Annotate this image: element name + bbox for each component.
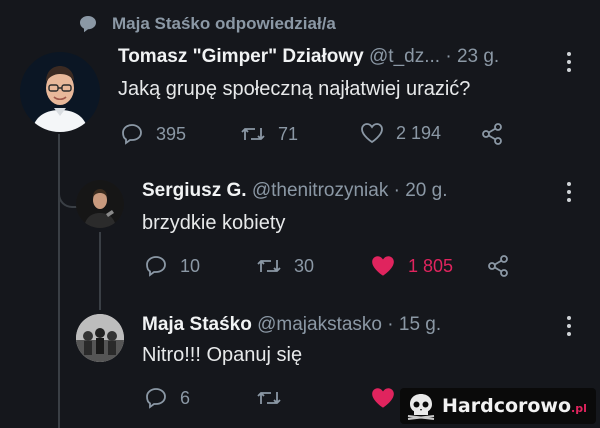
retweet-button[interactable] (256, 386, 282, 410)
avatar-sergiusz[interactable] (76, 180, 124, 228)
retweet-icon (240, 122, 266, 146)
watermark-badge: Hardcorowo.pl (400, 388, 596, 424)
tweet-1-text: Jaką grupę społeczną najłatwiej urazić? (118, 78, 471, 100)
more-options-icon[interactable] (566, 182, 572, 202)
retweet-icon (256, 254, 282, 278)
reply-icon (120, 122, 144, 146)
tweet-2-text: brzydkie kobiety (142, 212, 286, 234)
tweet-3-text: Nitro!!! Opanuj się (142, 344, 303, 366)
speech-bubble-icon (78, 14, 98, 34)
tweet-author-handle[interactable]: @majakstasko (257, 314, 382, 335)
tweet-1-header: Tomasz "Gimper" Działowy @t_dz... · 23 g… (118, 46, 558, 68)
skull-icon (406, 392, 436, 420)
like-count: 1 805 (408, 255, 454, 276)
tweet-timestamp[interactable]: · 15 g. (387, 314, 441, 335)
thread-line-reply (99, 232, 101, 310)
retweet-button[interactable]: 71 (240, 122, 298, 146)
reply-icon (144, 386, 168, 410)
heart-filled-icon (370, 254, 396, 278)
reply-context-text[interactable]: Maja Staśko odpowiedział/a (112, 14, 336, 34)
reply-button[interactable]: 6 (144, 386, 190, 410)
heart-icon (360, 122, 384, 144)
tweet-timestamp[interactable]: · 23 g. (445, 46, 499, 67)
reply-button[interactable]: 10 (144, 254, 200, 278)
tweet-3-header: Maja Staśko @majakstasko · 15 g. (142, 314, 441, 336)
tweet-author-handle[interactable]: @thenitrozyniak (252, 180, 389, 201)
reply-count: 10 (180, 255, 201, 276)
share-icon (480, 122, 504, 146)
tweet-timestamp[interactable]: · 20 g. (394, 180, 448, 201)
like-count: 2 194 (396, 122, 442, 143)
retweet-icon (256, 386, 282, 410)
more-options-icon[interactable] (566, 316, 572, 336)
share-button[interactable] (480, 122, 504, 146)
retweet-button[interactable]: 30 (256, 254, 314, 278)
avatar-tomasz[interactable] (20, 52, 100, 132)
avatar-maja[interactable] (76, 314, 124, 362)
share-icon (486, 254, 510, 278)
reply-button[interactable]: 395 (120, 122, 186, 146)
reply-context-header: Maja Staśko odpowiedział/a (78, 14, 336, 34)
more-options-icon[interactable] (566, 52, 572, 72)
like-button[interactable]: 1 805 (370, 254, 453, 278)
tweet-2-header: Sergiusz G. @thenitrozyniak · 20 g. (142, 180, 448, 202)
share-button[interactable] (486, 254, 510, 278)
reply-count: 6 (180, 387, 191, 408)
like-button[interactable] (370, 386, 396, 410)
reply-icon (144, 254, 168, 278)
retweet-count: 71 (278, 123, 299, 144)
tweet-author-handle[interactable]: @t_dz... (369, 46, 440, 67)
watermark-suffix: .pl (571, 402, 587, 415)
tweet-author-name[interactable]: Tomasz "Gimper" Działowy (118, 46, 364, 67)
like-button[interactable]: 2 194 (360, 122, 441, 144)
heart-filled-icon (370, 386, 396, 410)
retweet-count: 30 (294, 255, 315, 276)
tweet-author-name[interactable]: Sergiusz G. (142, 180, 247, 201)
reply-count: 395 (156, 123, 187, 144)
tweet-author-name[interactable]: Maja Staśko (142, 314, 252, 335)
watermark-text: Hardcorowo (442, 395, 572, 417)
